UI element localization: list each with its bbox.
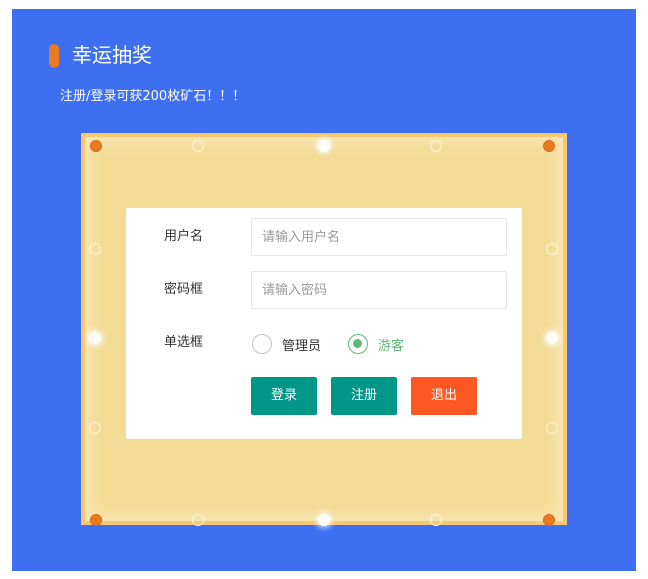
- radio-admin-label: 管理员: [282, 338, 322, 354]
- board-light-icon: [192, 514, 204, 526]
- board-light-icon: [543, 140, 555, 152]
- board-light-icon: [89, 422, 101, 434]
- register-button[interactable]: 注册: [331, 377, 397, 415]
- role-label: 单选框: [164, 335, 204, 350]
- exit-button[interactable]: 退出: [411, 377, 477, 415]
- username-input[interactable]: [251, 218, 507, 256]
- login-form: 用户名 密码框 单选框 管理员 游客 登录 注册 退出: [126, 208, 522, 439]
- password-label: 密码框: [164, 282, 204, 297]
- radio-guest[interactable]: 游客: [348, 333, 404, 355]
- username-label: 用户名: [164, 229, 204, 244]
- page-subtitle: 注册/登录可获200枚矿石！！！: [60, 89, 246, 104]
- lottery-board: 用户名 密码框 单选框 管理员 游客 登录 注册 退出: [81, 133, 567, 526]
- board-light-icon: [430, 140, 442, 152]
- page-title: 幸运抽奖: [72, 43, 152, 67]
- board-light-icon: [89, 243, 101, 255]
- board-light-icon: [318, 514, 330, 526]
- radio-guest-label: 游客: [378, 338, 405, 354]
- board-light-icon: [318, 140, 330, 152]
- password-input[interactable]: [251, 271, 507, 309]
- radio-admin[interactable]: 管理员: [252, 333, 321, 355]
- board-light-icon: [90, 514, 102, 526]
- board-light-icon: [89, 332, 101, 344]
- lottery-panel: 幸运抽奖 注册/登录可获200枚矿石！！！ 用户名 密码框 单选框: [12, 9, 636, 571]
- board-light-icon: [430, 514, 442, 526]
- login-button[interactable]: 登录: [251, 377, 317, 415]
- title-marker-icon: [49, 44, 59, 68]
- board-light-icon: [543, 514, 555, 526]
- radio-unchecked-icon: [252, 334, 272, 354]
- radio-checked-icon: [348, 334, 368, 354]
- board-light-icon: [192, 140, 204, 152]
- board-light-icon: [546, 422, 558, 434]
- board-light-icon: [546, 332, 558, 344]
- board-light-icon: [90, 140, 102, 152]
- board-light-icon: [546, 243, 558, 255]
